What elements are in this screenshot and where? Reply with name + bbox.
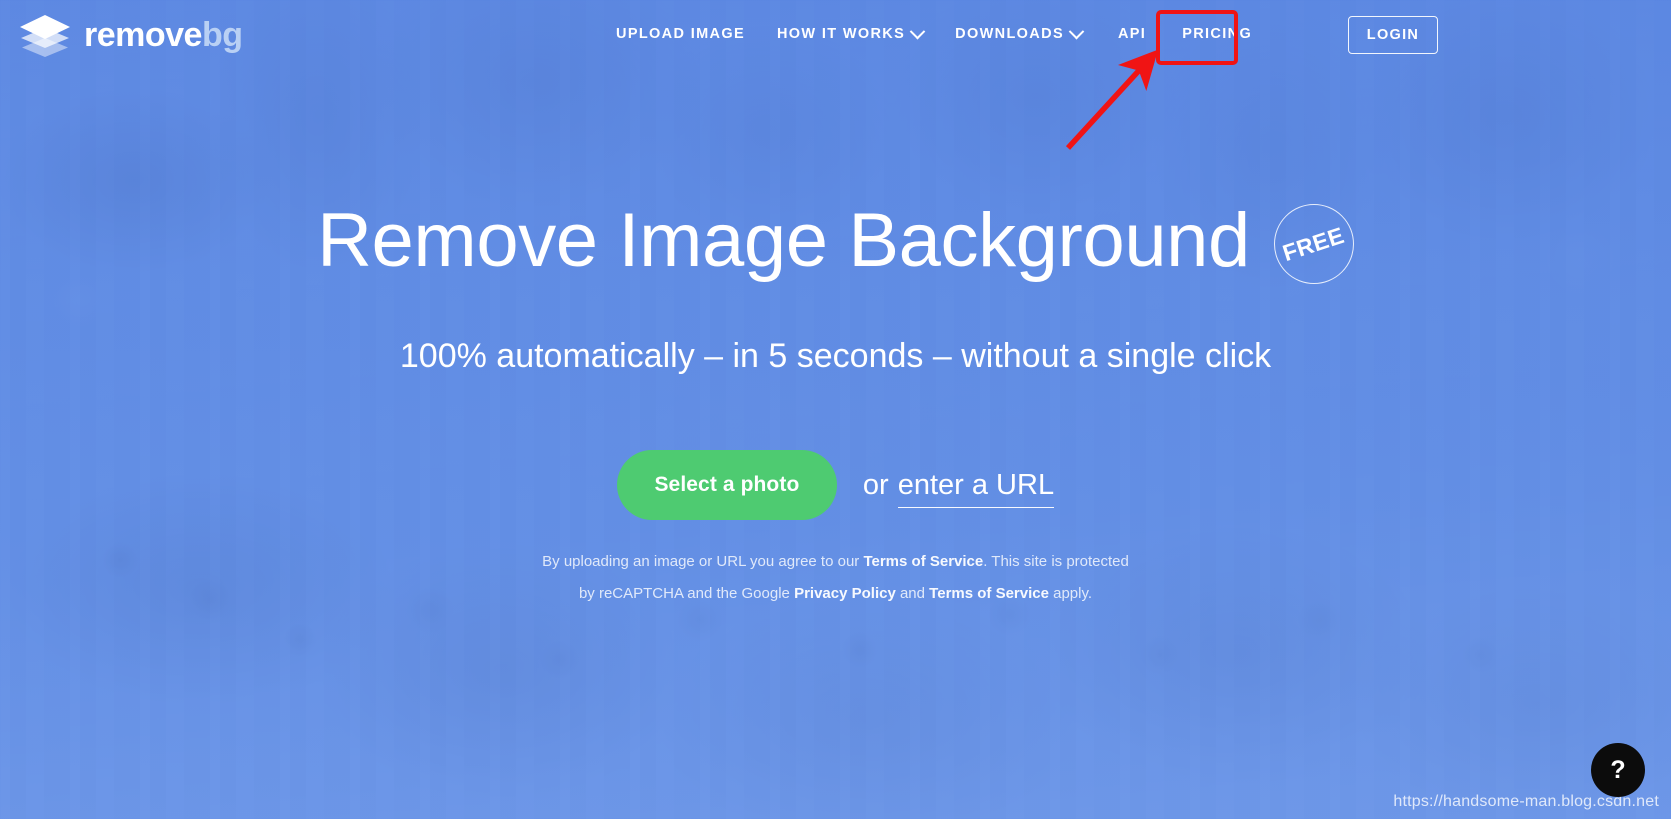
logo-word-remove: remove [84,16,202,54]
terms-line2-suffix: apply. [1048,585,1093,602]
chevron-down-icon [1068,23,1085,39]
page-title: Remove Image Background [317,198,1250,284]
free-badge: FREE [1273,204,1354,284]
logo-word-bg: bg [201,16,243,54]
select-photo-button[interactable]: Select a photo [616,450,837,520]
terms-line-2: by reCAPTCHA and the Google Privacy Poli… [0,578,1671,610]
terms-line-1: By uploading an image or URL you agree t… [0,546,1671,578]
chevron-down-icon [909,23,926,39]
terms-line2-middle: and [895,585,930,602]
nav-item-how-it-works[interactable]: HOW IT WORKS [761,17,939,51]
enter-url-link[interactable]: enter a URL [897,469,1055,508]
hero-subtitle: 100% automatically – in 5 seconds – with… [399,337,1272,375]
removebg-landing-page: removebg UPLOAD IMAGE HOW IT WORKS DOWNL… [0,0,1671,819]
nav-label-pricing: PRICING [1182,26,1253,42]
terms-line2-prefix: by reCAPTCHA and the Google [578,585,795,602]
nav-item-api[interactable]: API [1098,17,1166,51]
main-navigation: UPLOAD IMAGE HOW IT WORKS DOWNLOADS API … [600,0,1268,68]
terms-disclaimer: By uploading an image or URL you agree t… [0,546,1671,610]
terms-line1-suffix: . This site is protected [983,553,1129,570]
headline-row: Remove Image Background FREE [0,198,1671,284]
hero-cta-row: Select a photo or enter a URL [0,450,1671,520]
login-button[interactable]: LOGIN [1348,16,1438,54]
nav-label-api: API [1117,26,1147,42]
free-badge-label: FREE [1279,221,1348,266]
site-header: removebg UPLOAD IMAGE HOW IT WORKS DOWNL… [0,0,1671,68]
question-mark-icon: ? [1610,755,1626,784]
enter-url-row: or enter a URL [862,468,1055,508]
or-label: or [862,468,889,501]
stacked-layers-icon [20,15,70,57]
nav-label-downloads: DOWNLOADS [955,26,1064,42]
nav-label-upload-image: UPLOAD IMAGE [616,26,745,42]
logo-wordmark: removebg [84,18,243,52]
terms-line1-prefix: By uploading an image or URL you agree t… [542,553,864,570]
terms-of-service-link[interactable]: Terms of Service [863,553,983,570]
privacy-policy-link[interactable]: Privacy Policy [794,585,896,602]
google-terms-of-service-link[interactable]: Terms of Service [929,585,1049,602]
hero-section: Remove Image Background FREE 100% automa… [0,0,1671,819]
nav-item-upload-image[interactable]: UPLOAD IMAGE [600,17,761,51]
help-button[interactable]: ? [1591,743,1645,797]
nav-item-downloads[interactable]: DOWNLOADS [939,17,1098,51]
nav-item-pricing[interactable]: PRICING [1166,17,1268,51]
nav-label-how-it-works: HOW IT WORKS [776,26,906,42]
logo-home-link[interactable]: removebg [18,12,243,58]
